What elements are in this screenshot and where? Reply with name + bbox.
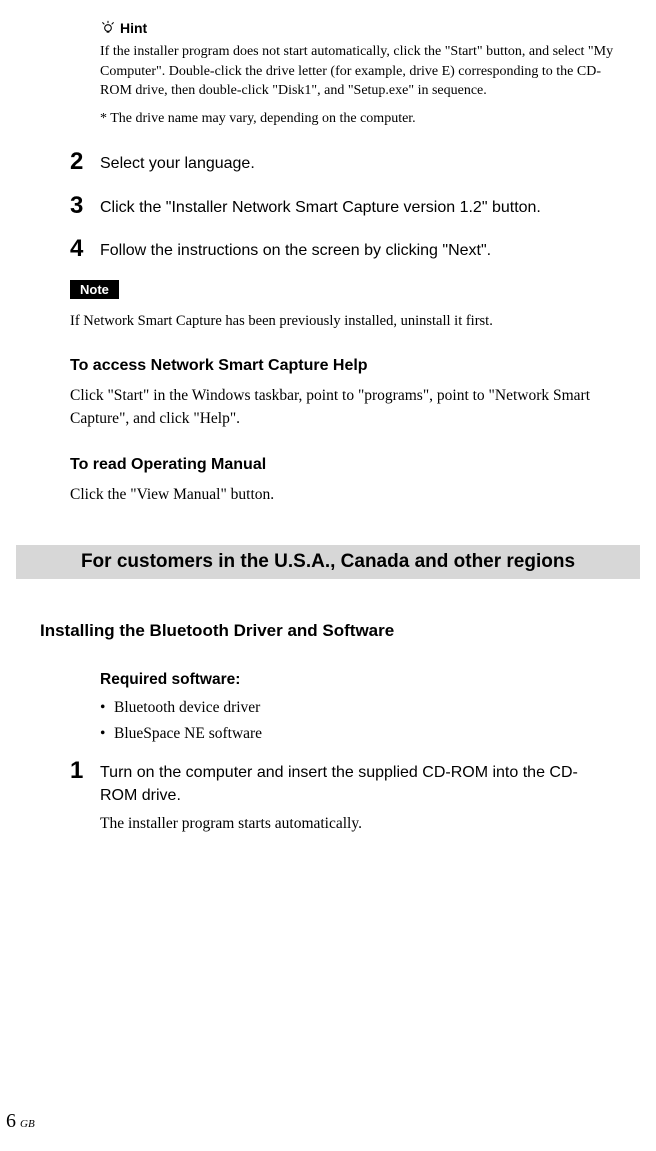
lightbulb-icon xyxy=(100,20,116,36)
step-3: 3 Click the "Installer Network Smart Cap… xyxy=(70,194,606,219)
access-help-body: Click "Start" in the Windows taskbar, po… xyxy=(70,385,606,430)
step-2: 2 Select your language. xyxy=(70,150,606,175)
bullet-icon: • xyxy=(100,725,114,743)
hint-label: Hint xyxy=(120,20,147,36)
hint-footnote: * The drive name may vary, depending on … xyxy=(100,109,616,129)
bullet-icon: • xyxy=(100,699,114,717)
section-bar: For customers in the U.S.A., Canada and … xyxy=(16,545,640,579)
note-label: Note xyxy=(70,280,119,299)
list-item: • Bluetooth device driver xyxy=(100,699,606,717)
step-number: 1 xyxy=(70,759,100,783)
bluetooth-install-heading: Installing the Bluetooth Driver and Soft… xyxy=(40,621,626,641)
read-manual-heading: To read Operating Manual xyxy=(70,456,626,474)
step-number: 4 xyxy=(70,237,100,261)
bullet-text: BlueSpace NE software xyxy=(114,725,262,743)
page-number: 6 xyxy=(6,1110,16,1133)
page-region: GB xyxy=(20,1118,35,1130)
hint-body: If the installer program does not start … xyxy=(100,42,616,101)
step-subtext: The installer program starts automatical… xyxy=(100,815,606,833)
step-number: 2 xyxy=(70,150,100,174)
step-number: 3 xyxy=(70,194,100,218)
required-software-heading: Required software: xyxy=(100,671,626,689)
step-text: Select your language. xyxy=(100,150,255,175)
bullet-text: Bluetooth device driver xyxy=(114,699,260,717)
list-item: • BlueSpace NE software xyxy=(100,725,606,743)
step-4: 4 Follow the instructions on the screen … xyxy=(70,237,606,262)
step-1: 1 Turn on the computer and insert the su… xyxy=(70,759,606,833)
page-footer: 6 GB xyxy=(6,1110,35,1133)
step-text: Turn on the computer and insert the supp… xyxy=(100,759,606,807)
access-help-heading: To access Network Smart Capture Help xyxy=(70,357,626,375)
read-manual-body: Click the "View Manual" button. xyxy=(70,484,606,506)
note-body: If Network Smart Capture has been previo… xyxy=(70,311,626,331)
step-text: Click the "Installer Network Smart Captu… xyxy=(100,194,541,219)
step-text: Follow the instructions on the screen by… xyxy=(100,237,491,262)
